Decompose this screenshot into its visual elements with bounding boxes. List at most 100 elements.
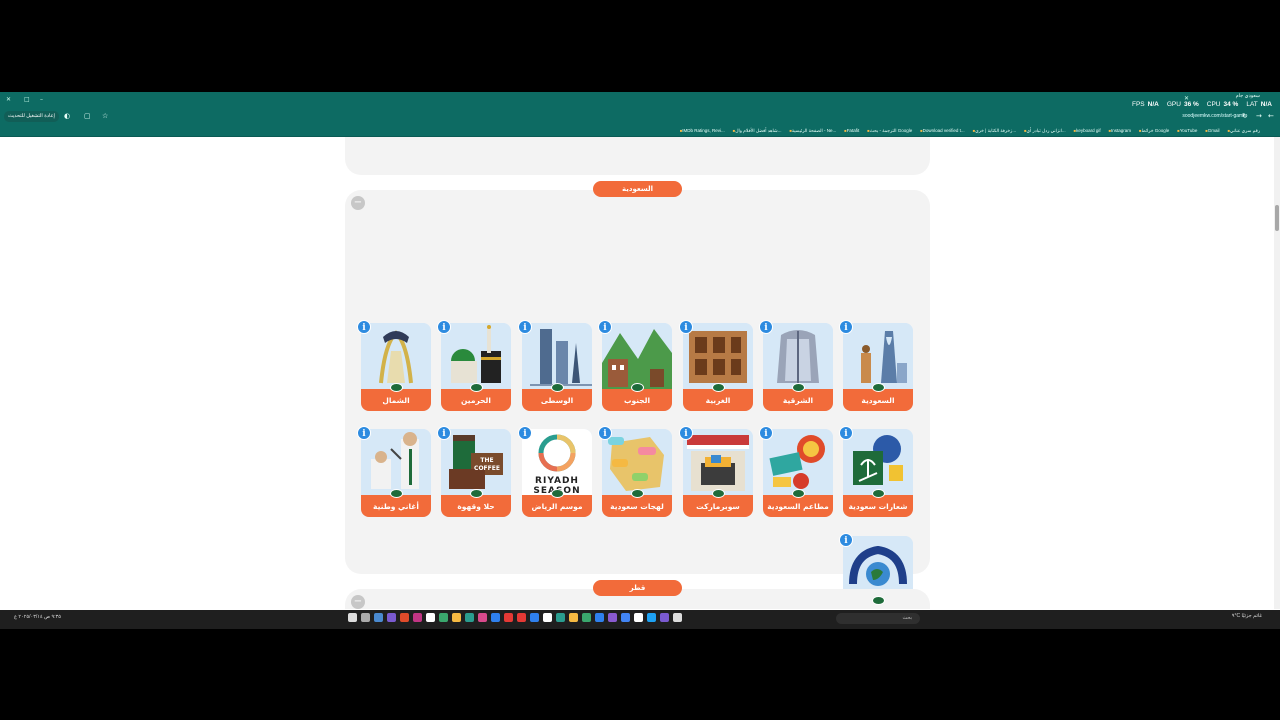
minimize-icon[interactable]: – [40,96,43,103]
taskbar-app-icon[interactable] [673,613,682,622]
taskbar-app-icon[interactable] [634,613,643,622]
dialects-map-illustration [602,429,672,495]
saudi-flag-badge-icon [872,383,885,392]
taskbar-app-icon[interactable] [465,613,474,622]
card-label: الجنوب [602,389,672,411]
bookmark-item[interactable]: انزاني ردل تبادر أي... [1022,128,1066,134]
taskbar-app-icon[interactable] [413,613,422,622]
browser-tab-bar: ✕ □ – ✕ سعودي جام FPS N/A GPU 36 % CPU 34 %… [0,92,1280,109]
bookmark-item[interactable]: الترجمة - بحث Google [865,128,913,134]
scrollbar-thumb[interactable] [1275,205,1279,231]
taskbar-app-icon[interactable] [595,613,604,622]
taskbar-app-icon[interactable] [348,613,357,622]
info-icon[interactable]: i [839,533,853,547]
card-label: الوسطى [522,389,592,411]
info-icon[interactable]: i [839,426,853,440]
collapse-section-button-qatar[interactable]: − [351,595,365,609]
taskbar-search[interactable]: بحث [836,613,920,624]
category-card-restaurants[interactable]: مطاعم السعودية i [759,426,833,517]
taskbar-app-icon[interactable] [647,613,656,622]
info-icon[interactable]: i [679,426,693,440]
info-icon[interactable]: i [759,320,773,334]
clock[interactable]: ٩:٣٥ ص ٢٠٢٥/٠٣/١٤ [18,614,61,620]
address-bar[interactable]: soodjeemkw.com/start-game [1182,113,1246,119]
taskbar-app-icon[interactable] [452,613,461,622]
bookmark-item[interactable]: زخرفة الكتابة | خري... [971,128,1016,134]
active-tab[interactable]: سعودي جام [1236,93,1260,99]
category-card-southern-mountains[interactable]: الجنوب i [598,320,672,411]
info-icon[interactable]: i [598,320,612,334]
taskbar-app-icon[interactable] [608,613,617,622]
page-scrollbar[interactable] [1274,137,1280,609]
taskbar-app-icon[interactable] [582,613,591,622]
taskbar-app-icon[interactable] [426,613,435,622]
taskbar-app-icon[interactable] [504,613,513,622]
taskbar-app-icon[interactable] [361,613,370,622]
category-card-riyadh-towers[interactable]: الوسطى i [518,320,592,411]
bookmark-item[interactable]: شاهد أفضل الأفلام وال... [731,128,781,134]
bookmark-item[interactable]: IMDb Ratings, Revi... [678,128,725,134]
bookmark-item[interactable]: رقم سري عناني [1226,128,1260,134]
category-card-riyadh-season[interactable]: RIYADHSEASONموسم الرياض i [518,426,592,517]
reload-icon[interactable]: ↻ [1242,112,1248,120]
restart-to-update-button[interactable]: إعادة التشغيل للتحديث [4,111,59,122]
previous-section-panel [345,137,930,175]
taskbar-app-icon[interactable] [387,613,396,622]
bookmark-item[interactable]: Gmail [1203,128,1220,134]
taskbar-app-icon[interactable] [569,613,578,622]
extensions-icon[interactable]: ▢ [84,112,91,120]
category-card-holy-mosques[interactable]: الحرمين i [437,320,511,411]
info-icon[interactable]: i [839,320,853,334]
info-icon[interactable]: i [518,426,532,440]
taskbar-app-icon[interactable] [439,613,448,622]
restaurants-illustration [763,429,833,495]
category-card-north-gate[interactable]: الشمال i [357,320,431,411]
taskbar-app-icon[interactable] [556,613,565,622]
taskbar-app-icon[interactable] [491,613,500,622]
category-card-national-emblem[interactable]: شعارات سعودية i [839,426,913,517]
saudi-flag-badge-icon [390,383,403,392]
bookmark-star-icon[interactable]: ☆ [102,112,108,120]
info-icon[interactable]: i [437,426,451,440]
category-card-historic-jeddah[interactable]: الغربية i [679,320,753,411]
taskbar-app-icon[interactable] [517,613,526,622]
collapse-section-button[interactable]: − [351,196,365,210]
taskbar-app-icon[interactable] [478,613,487,622]
taskbar-app-icon[interactable] [530,613,539,622]
maximize-icon[interactable]: □ [24,96,30,103]
category-card-supermarket[interactable]: سوبرماركت i [679,426,753,517]
info-icon[interactable]: i [759,426,773,440]
category-card-kingdom-tower[interactable]: السعودية i [839,320,913,411]
bookmark-item[interactable]: Instagram [1107,128,1131,134]
bookmark-item[interactable]: keyboard gif [1072,128,1101,134]
info-icon[interactable]: i [679,320,693,334]
weather-widget[interactable]: ٩°C غائم جزئيًا [1232,613,1262,619]
category-card-sweets-coffee[interactable]: THE COFFEE حلا وقهوة i [437,426,511,517]
taskbar-app-icon[interactable] [621,613,630,622]
saudi-flag-badge-icon [712,489,725,498]
bookmark-item[interactable]: Fatafit [842,128,860,134]
forward-icon[interactable]: → [1256,112,1262,120]
bookmark-item[interactable]: خرائط Google [1137,128,1169,134]
taskbar-app-icon[interactable] [543,613,552,622]
info-icon[interactable]: i [357,320,371,334]
category-card-national-songs[interactable]: أغاني وطنية i [357,426,431,517]
info-icon[interactable]: i [357,426,371,440]
bookmark-item[interactable]: YouTube [1175,128,1198,134]
bookmark-item[interactable]: Download verified t... [918,128,965,134]
taskbar-app-icon[interactable] [660,613,669,622]
back-icon[interactable]: ← [1268,112,1274,120]
taskbar-app-icon[interactable] [400,613,409,622]
taskbar-app-icon[interactable] [374,613,383,622]
saudi-flag-badge-icon [470,489,483,498]
info-icon[interactable]: i [598,426,612,440]
category-card-eastern-tower[interactable]: الشرقية i [759,320,833,411]
bookmark-item[interactable]: الصفحة الرئيسية - Ne... [787,128,836,134]
close-window-icon[interactable]: ✕ [6,96,11,103]
card-label: موسم الرياض [522,495,592,517]
category-card-dialects-map[interactable]: لهجات سعودية i [598,426,672,517]
profile-icon[interactable]: ◐ [64,112,70,120]
info-icon[interactable]: i [437,320,451,334]
info-icon[interactable]: i [518,320,532,334]
lang-indicator[interactable]: ع [14,614,17,620]
